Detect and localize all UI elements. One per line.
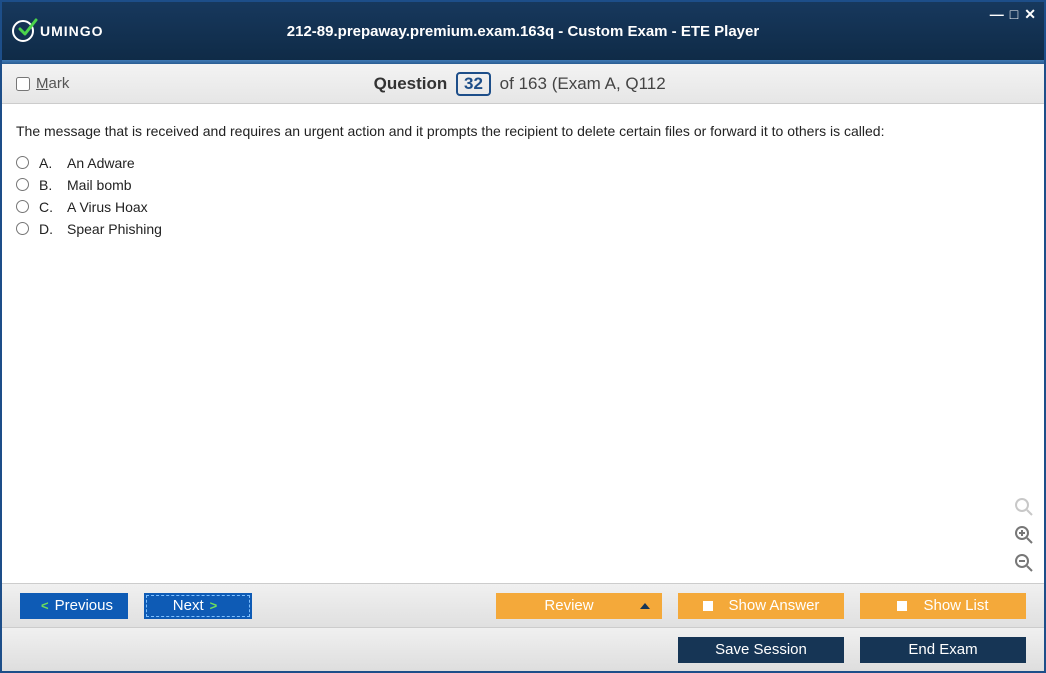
mark-checkbox[interactable] <box>16 77 30 91</box>
option-d[interactable]: D. Spear Phishing <box>16 221 1030 237</box>
next-label: Next <box>173 597 204 614</box>
option-a-radio[interactable] <box>16 156 29 169</box>
app-window: UMINGO 212-89.prepaway.premium.exam.163q… <box>0 0 1046 673</box>
zoom-out-icon[interactable] <box>1012 551 1036 575</box>
review-label: Review <box>544 597 593 614</box>
question-word: Question <box>374 74 448 93</box>
question-body: The message that is received and require… <box>2 104 1044 583</box>
logo-mark-icon <box>12 20 34 42</box>
of-label: of <box>500 74 514 93</box>
show-answer-button[interactable]: Show Answer <box>678 593 844 619</box>
option-a-letter: A. <box>39 155 57 171</box>
zoom-in-icon[interactable] <box>1012 523 1036 547</box>
search-icon[interactable] <box>1012 495 1036 519</box>
window-title: 212-89.prepaway.premium.exam.163q - Cust… <box>287 23 759 40</box>
save-session-label: Save Session <box>715 641 807 658</box>
total-questions: 163 <box>519 74 547 93</box>
session-button-bar: Save Session End Exam <box>2 627 1044 671</box>
chevron-left-icon: < <box>35 598 55 613</box>
option-b-label: Mail bomb <box>67 177 132 193</box>
show-list-button[interactable]: Show List <box>860 593 1026 619</box>
question-indicator: Question 32 of 163 (Exam A, Q112 <box>69 72 970 96</box>
nav-button-bar: < Previous Next > Review Show Answer Sho… <box>2 583 1044 627</box>
app-logo: UMINGO <box>12 20 104 42</box>
stop-icon <box>897 601 907 611</box>
option-a[interactable]: A. An Adware <box>16 155 1030 171</box>
option-c-label: A Virus Hoax <box>67 199 148 215</box>
option-d-label: Spear Phishing <box>67 221 162 237</box>
end-exam-button[interactable]: End Exam <box>860 637 1026 663</box>
title-bar: UMINGO 212-89.prepaway.premium.exam.163q… <box>2 2 1044 60</box>
window-controls: ― □ ✕ <box>990 6 1036 23</box>
option-d-radio[interactable] <box>16 222 29 235</box>
minimize-icon[interactable]: ― <box>990 6 1004 23</box>
question-text: The message that is received and require… <box>16 122 1030 141</box>
mark-checkbox-wrap[interactable]: Mark <box>16 75 69 92</box>
question-header: Mark Question 32 of 163 (Exam A, Q112 <box>2 64 1044 104</box>
question-number: 32 <box>456 72 491 96</box>
chevron-right-icon: > <box>204 598 224 613</box>
show-list-label: Show List <box>923 597 988 614</box>
previous-button[interactable]: < Previous <box>20 593 128 619</box>
review-button[interactable]: Review <box>496 593 662 619</box>
option-c-letter: C. <box>39 199 57 215</box>
mark-label: Mark <box>36 75 69 92</box>
show-answer-label: Show Answer <box>729 597 820 614</box>
end-exam-label: End Exam <box>908 641 977 658</box>
zoom-tools <box>1012 495 1036 575</box>
save-session-button[interactable]: Save Session <box>678 637 844 663</box>
close-icon[interactable]: ✕ <box>1024 6 1036 23</box>
option-c[interactable]: C. A Virus Hoax <box>16 199 1030 215</box>
stop-icon <box>703 601 713 611</box>
options-list: A. An Adware B. Mail bomb C. A Virus Hoa… <box>16 155 1030 237</box>
option-a-label: An Adware <box>67 155 135 171</box>
previous-label: Previous <box>55 597 113 614</box>
option-c-radio[interactable] <box>16 200 29 213</box>
next-button[interactable]: Next > <box>144 593 252 619</box>
logo-text: UMINGO <box>40 23 104 39</box>
option-b[interactable]: B. Mail bomb <box>16 177 1030 193</box>
option-d-letter: D. <box>39 221 57 237</box>
exam-reference: (Exam A, Q112 <box>552 74 666 93</box>
maximize-icon[interactable]: □ <box>1010 6 1018 23</box>
option-b-letter: B. <box>39 177 57 193</box>
option-b-radio[interactable] <box>16 178 29 191</box>
